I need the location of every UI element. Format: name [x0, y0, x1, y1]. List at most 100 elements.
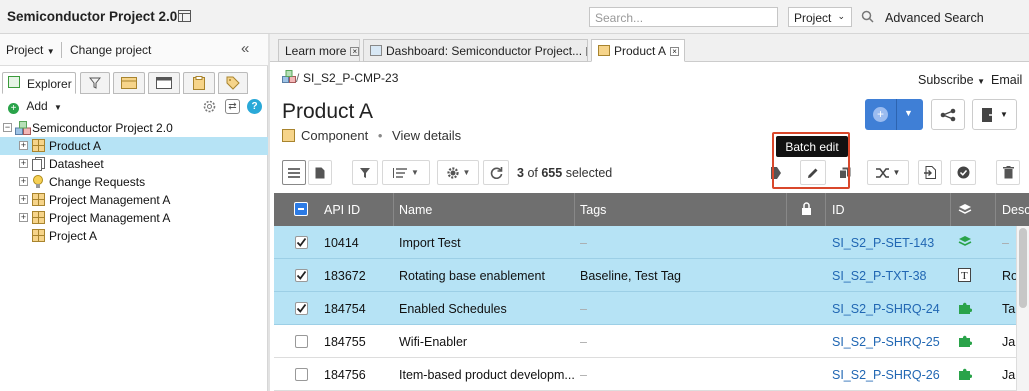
close-icon[interactable]: ×	[586, 47, 587, 56]
review-button[interactable]	[950, 160, 976, 185]
selection-of: of	[527, 166, 538, 180]
selection-count-value: 3	[517, 166, 524, 180]
column-id[interactable]: ID	[826, 193, 951, 226]
view-details-link[interactable]: View details	[392, 128, 461, 143]
gear-icon	[446, 166, 459, 179]
tab-dashboard[interactable]: Dashboard: Semiconductor Project...×	[363, 39, 588, 62]
tree-item[interactable]: − Semiconductor Project 2.0	[0, 119, 268, 137]
collapse-icon[interactable]: −	[3, 123, 12, 132]
window-icon[interactable]	[178, 10, 191, 22]
row-checkbox[interactable]	[295, 269, 308, 282]
checkmark-icon	[296, 237, 307, 247]
tree-item[interactable]: + Product A	[0, 137, 268, 155]
cell-id[interactable]: SI_S2_P-SHRQ-25	[832, 335, 952, 349]
column-api-id[interactable]: API ID	[316, 193, 394, 226]
filter-icon	[360, 167, 370, 178]
cell-api-id: 184756	[324, 368, 366, 382]
separator: •	[377, 128, 383, 143]
settings-button[interactable]: ▼	[437, 160, 479, 185]
column-name[interactable]: Name	[394, 193, 575, 226]
selection-word: selected	[565, 166, 613, 180]
column-tags[interactable]: Tags	[575, 193, 787, 226]
collapse-panel-icon[interactable]: «	[241, 40, 249, 57]
cell-description: –	[1002, 236, 1009, 250]
cell-id[interactable]: SI_S2_P-SHRQ-26	[832, 368, 952, 382]
tab-product-a[interactable]: Product A ×	[591, 39, 685, 62]
row-checkbox[interactable]	[295, 236, 308, 249]
row-checkbox[interactable]	[295, 335, 308, 348]
settings-icon[interactable]	[202, 99, 217, 114]
list-view-button[interactable]	[282, 160, 306, 185]
search-scope-select[interactable]: Project ⌄	[788, 7, 852, 27]
scrollbar-thumb[interactable]	[1019, 228, 1027, 308]
filter-button[interactable]	[352, 160, 378, 185]
subscribe-menu[interactable]: Subscribe ▼	[918, 73, 985, 87]
cell-id[interactable]: SI_S2_P-TXT-38	[832, 269, 952, 283]
table-row[interactable]: 183672 Rotating base enablement Baseline, …	[274, 259, 1016, 292]
scrollbar[interactable]	[1016, 226, 1029, 391]
cell-id[interactable]: SI_S2_P-SHRQ-24	[832, 302, 952, 316]
close-icon[interactable]: ×	[670, 47, 680, 56]
delete-button[interactable]	[996, 160, 1020, 185]
refresh-button[interactable]	[483, 160, 509, 185]
add-item-button[interactable]: + ▼	[865, 99, 923, 130]
close-icon[interactable]: ×	[350, 47, 359, 56]
expand-icon[interactable]: +	[19, 213, 28, 222]
table-row[interactable]: 184756 Item-based product developm... – SI_…	[274, 358, 1016, 391]
item-subline: Component • View details	[301, 128, 461, 143]
advanced-search-link[interactable]: Advanced Search	[885, 11, 984, 25]
subscribe-label: Subscribe	[918, 73, 974, 87]
sort-button[interactable]: ▼	[382, 160, 430, 185]
puzzle-icon	[958, 301, 972, 315]
help-icon[interactable]: ?	[247, 99, 262, 114]
select-all-checkbox[interactable]	[294, 202, 308, 216]
expand-icon[interactable]: +	[19, 195, 28, 204]
tab-calendar[interactable]	[113, 72, 145, 94]
tab-tags[interactable]	[218, 72, 248, 94]
puzzle-icon	[958, 334, 972, 348]
search-icon[interactable]	[861, 10, 874, 23]
change-project-link[interactable]: Change project	[70, 43, 151, 57]
table-row[interactable]: 184755 Wifi-Enabler – SI_S2_P-SHRQ-25 Ja	[274, 325, 1016, 358]
tab-learn-more[interactable]: Learn more ×	[278, 39, 360, 62]
expand-icon[interactable]: +	[19, 159, 28, 168]
tree-item[interactable]: Project A	[0, 227, 268, 245]
column-description[interactable]: Desc	[996, 193, 1029, 226]
row-checkbox[interactable]	[295, 302, 308, 315]
row-checkbox[interactable]	[295, 368, 308, 381]
cell-tags: Baseline, Test Tag	[580, 269, 681, 283]
expand-icon[interactable]: +	[19, 141, 28, 150]
breadcrumb[interactable]: SI_S2_P-CMP-23	[303, 71, 398, 85]
caret-down-icon: ▼	[892, 168, 901, 177]
document-view-button[interactable]	[308, 160, 332, 185]
tab-window[interactable]	[148, 72, 180, 94]
column-type[interactable]	[951, 193, 996, 226]
search-input[interactable]: Search...	[589, 7, 778, 27]
cell-description: Ja	[1002, 368, 1016, 382]
table-row[interactable]: 10414 Import Test – SI_S2_P-SET-143 –	[274, 226, 1016, 259]
sync-icon[interactable]: ⇄	[225, 99, 240, 114]
import-button[interactable]	[918, 160, 942, 185]
cell-api-id: 183672	[324, 269, 366, 283]
tab-filter[interactable]	[80, 72, 110, 94]
export-button[interactable]: ▼	[972, 99, 1017, 130]
tree-item[interactable]: + Change Requests	[0, 173, 268, 191]
tree-item[interactable]: + Project Management A	[0, 209, 268, 227]
tab-explorer[interactable]: Explorer	[2, 72, 76, 94]
relationships-button[interactable]	[931, 99, 965, 130]
tree-item[interactable]: + Project Management A	[0, 191, 268, 209]
panel-splitter[interactable]	[268, 34, 270, 391]
filter-icon	[89, 77, 101, 89]
column-lock[interactable]	[787, 193, 826, 226]
tree-item[interactable]: + Datasheet	[0, 155, 268, 173]
email-link[interactable]: Email	[991, 73, 1022, 87]
move-button[interactable]: ▼	[867, 160, 909, 185]
caret-down-icon: ▼	[54, 103, 62, 112]
puzzle-icon	[958, 367, 972, 381]
tab-clipboard[interactable]	[183, 72, 215, 94]
cell-id[interactable]: SI_S2_P-SET-143	[832, 236, 952, 250]
project-menu[interactable]: Project ▼	[6, 43, 55, 57]
expand-icon[interactable]: +	[19, 177, 28, 186]
add-button[interactable]: + Add ▼	[8, 99, 62, 114]
table-row[interactable]: 184754 Enabled Schedules – SI_S2_P-SHRQ-24 T…	[274, 292, 1016, 325]
